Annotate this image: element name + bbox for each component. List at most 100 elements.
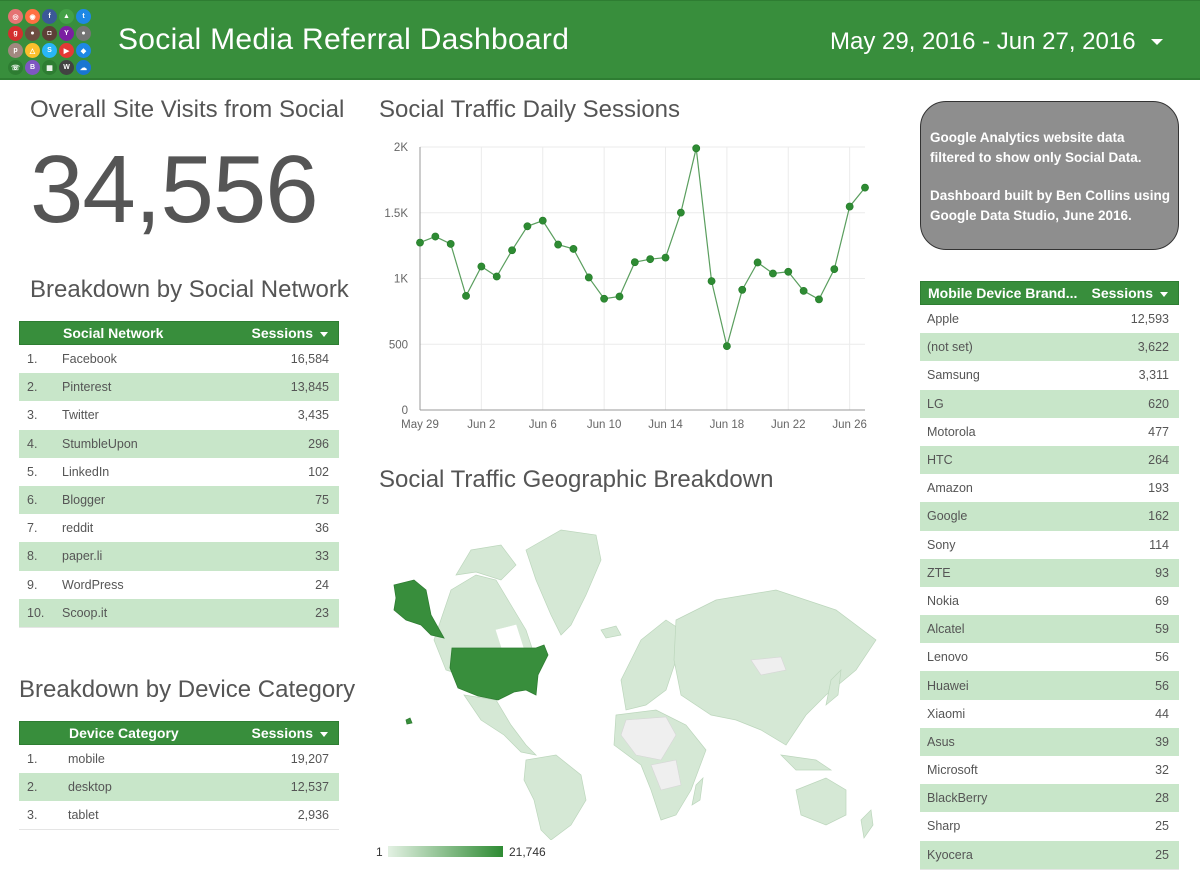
data-point[interactable] — [845, 202, 854, 211]
sort-desc-icon[interactable] — [320, 731, 328, 737]
table-row[interactable]: ZTE 93 — [920, 558, 1179, 587]
x-tick-label: May 29 — [401, 419, 439, 431]
column-header-social-network[interactable]: Social Network — [63, 325, 252, 341]
table-row[interactable]: Sony 114 — [920, 531, 1179, 559]
row-rank: 3. — [27, 808, 38, 822]
table-row[interactable]: 1. mobile 19,207 — [19, 745, 339, 773]
y-tick-label: 1.5K — [384, 208, 408, 220]
table-row[interactable]: 5. LinkedIn 102 — [19, 458, 339, 486]
row-label: Pinterest — [62, 380, 112, 395]
table-row[interactable]: Samsung 3,311 — [920, 361, 1179, 389]
sort-desc-icon[interactable] — [320, 331, 328, 337]
social-network-table: Social Network Sessions 1. Facebook 16,584… — [19, 321, 339, 628]
table-row[interactable]: 3. tablet 2,936 — [19, 801, 339, 829]
column-header-sessions[interactable]: Sessions — [252, 725, 338, 741]
row-sessions-value: 3,622 — [1137, 340, 1169, 355]
daily-sessions-title: Social Traffic Daily Sessions — [379, 96, 681, 123]
table-row[interactable]: 2. Pinterest 13,845 — [19, 373, 339, 402]
data-point[interactable] — [815, 295, 823, 304]
table-row[interactable]: 9. WordPress 24 — [19, 571, 339, 599]
row-sessions-value: 13,845 — [290, 380, 329, 395]
table-row[interactable]: 8. paper.li 33 — [19, 542, 339, 571]
table-row[interactable]: Nokia 69 — [920, 587, 1179, 615]
table-row[interactable]: Asus 39 — [920, 727, 1179, 756]
table-row[interactable]: Xiaomi 44 — [920, 700, 1179, 728]
table-row[interactable]: Apple 12,593 — [920, 305, 1179, 333]
data-point[interactable] — [830, 265, 839, 274]
data-point[interactable] — [477, 262, 486, 271]
data-point[interactable] — [646, 255, 655, 264]
data-point[interactable] — [692, 144, 701, 153]
legend-gradient-bar — [388, 846, 503, 857]
data-point[interactable] — [769, 269, 777, 278]
table-row[interactable]: 1. Facebook 16,584 — [19, 345, 339, 373]
data-point[interactable] — [508, 246, 516, 255]
row-rank: 1. — [27, 752, 38, 766]
info-note-line-2: Dashboard built by Ben Collins using Goo… — [930, 188, 1171, 223]
table-row[interactable]: BlackBerry 28 — [920, 784, 1179, 813]
table-row[interactable]: HTC 264 — [920, 445, 1179, 475]
row-sessions-value: 3,435 — [297, 408, 329, 423]
table-row[interactable]: Google 162 — [920, 502, 1179, 531]
table-row[interactable]: Motorola 477 — [920, 418, 1179, 446]
table-header: Mobile Device Brand... Sessions — [920, 281, 1179, 305]
table-row[interactable]: 6. Blogger 75 — [19, 485, 339, 515]
table-row[interactable]: Alcatel 59 — [920, 615, 1179, 644]
table-row[interactable]: Sharp 25 — [920, 812, 1179, 840]
data-point[interactable] — [584, 273, 593, 282]
table-row[interactable]: (not set) 3,622 — [920, 333, 1179, 362]
data-point[interactable] — [446, 240, 455, 248]
data-point[interactable] — [784, 267, 793, 276]
column-header-sessions[interactable]: Sessions — [252, 325, 338, 341]
data-point[interactable] — [738, 285, 747, 294]
table-row[interactable]: 2. desktop 12,537 — [19, 773, 339, 801]
column-header-device-category[interactable]: Device Category — [63, 725, 252, 741]
sort-desc-icon[interactable] — [1160, 291, 1168, 297]
data-point[interactable] — [722, 342, 731, 350]
android-icon: ▲ — [59, 9, 74, 24]
data-point[interactable] — [707, 277, 716, 286]
data-point[interactable] — [600, 294, 609, 303]
data-point[interactable] — [861, 183, 869, 192]
data-point[interactable] — [462, 291, 470, 300]
map-europe — [620, 619, 682, 711]
data-point[interactable] — [753, 258, 762, 267]
world-map[interactable] — [376, 520, 882, 841]
date-range-selector[interactable]: May 29, 2016 - Jun 27, 2016 — [830, 28, 1136, 56]
blogger-icon: B — [25, 60, 40, 75]
table-row[interactable]: LG 620 — [920, 389, 1179, 418]
row-rank: 7. — [27, 521, 38, 536]
table-row[interactable]: 10. Scoop.it 23 — [19, 598, 339, 627]
table-row[interactable]: Kyocera 25 — [920, 840, 1179, 869]
column-header-mobile-brand[interactable]: Mobile Device Brand... — [921, 285, 1092, 301]
table-row[interactable]: Huawei 56 — [920, 671, 1179, 700]
table-row[interactable]: 3. Twitter 3,435 — [19, 401, 339, 429]
row-sessions-value: 56 — [1155, 678, 1169, 693]
data-point[interactable] — [799, 286, 808, 295]
data-point[interactable] — [630, 258, 639, 267]
column-header-sessions[interactable]: Sessions — [1092, 285, 1178, 301]
row-sessions-value: 264 — [1148, 453, 1169, 468]
row-label: Scoop.it — [62, 605, 108, 620]
data-point[interactable] — [538, 216, 547, 225]
data-point[interactable] — [554, 240, 563, 249]
chevron-down-icon[interactable] — [1151, 39, 1163, 45]
table-row[interactable]: Lenovo 56 — [920, 643, 1179, 671]
table-row[interactable]: 7. reddit 36 — [19, 514, 339, 542]
data-point[interactable] — [661, 253, 670, 262]
row-label: reddit — [62, 521, 94, 536]
data-point[interactable] — [676, 208, 685, 217]
table-row[interactable]: Microsoft 32 — [920, 756, 1179, 784]
y-tick-label: 1K — [394, 274, 408, 286]
data-point[interactable] — [569, 245, 578, 253]
data-point[interactable] — [431, 232, 440, 241]
data-point[interactable] — [615, 292, 624, 301]
table-row[interactable]: Amazon 193 — [920, 474, 1179, 502]
facebook-icon: f — [42, 9, 57, 24]
data-point[interactable] — [416, 238, 424, 247]
table-row[interactable]: 4. StumbleUpon 296 — [19, 429, 339, 458]
data-point[interactable] — [523, 222, 532, 231]
data-point[interactable] — [492, 272, 501, 281]
row-label: Lenovo — [927, 650, 969, 665]
x-tick-label: Jun 2 — [467, 419, 495, 431]
